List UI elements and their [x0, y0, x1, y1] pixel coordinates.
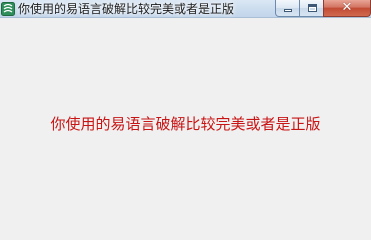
window-title: 你使用的易语言破解比较完美或者是正版: [18, 2, 235, 16]
minimize-icon: [284, 9, 292, 12]
status-message: 你使用的易语言破解比较完美或者是正版: [50, 115, 321, 133]
close-icon: ✕: [341, 0, 353, 15]
maximize-button[interactable]: [299, 0, 324, 17]
close-button[interactable]: ✕: [323, 0, 371, 17]
app-window: 你使用的易语言破解比较完美或者是正版 ✕ 你使用的易语言破解比较完美或者是正版: [0, 0, 371, 236]
caption-buttons: ✕: [275, 0, 371, 18]
minimize-button[interactable]: [275, 0, 300, 17]
app-icon[interactable]: [1, 1, 15, 16]
maximize-icon: [308, 4, 317, 12]
title-bar[interactable]: 你使用的易语言破解比较完美或者是正版 ✕: [0, 0, 371, 18]
